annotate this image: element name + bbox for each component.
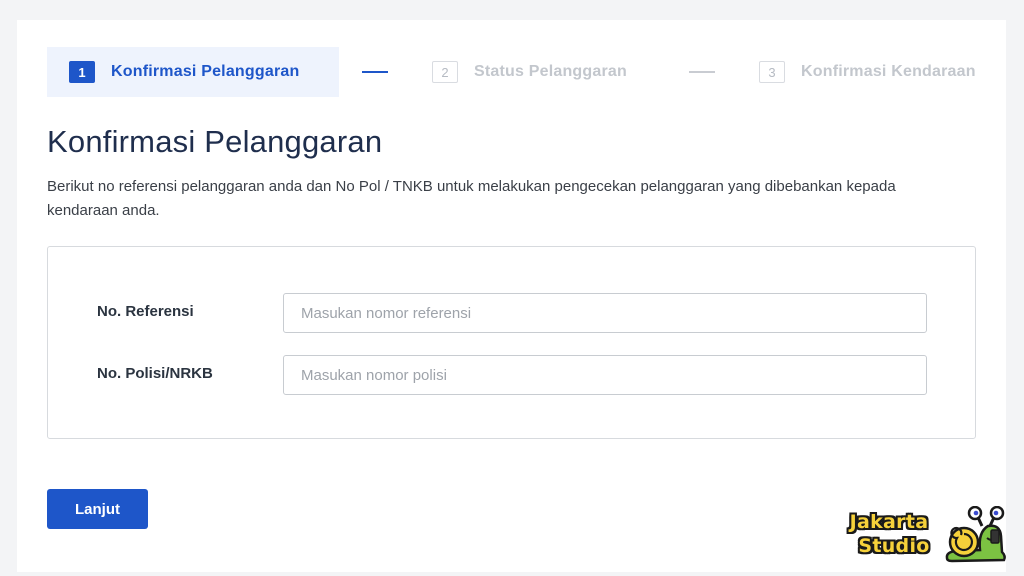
police-number-input[interactable]	[283, 355, 927, 395]
step-1-number: 1	[69, 61, 95, 83]
step-3-label: Konfirmasi Kendaraan	[801, 63, 976, 80]
step-connector-1	[362, 71, 388, 73]
form-panel: No. Referensi No. Polisi/NRKB	[47, 246, 976, 439]
step-3[interactable]: 3 Konfirmasi Kendaraan	[759, 47, 976, 97]
page-title: Konfirmasi Pelanggaran	[47, 124, 383, 159]
logo-text: Jakarta Studio	[836, 510, 942, 558]
step-2[interactable]: 2 Status Pelanggaran	[432, 47, 627, 97]
step-2-label: Status Pelanggaran	[474, 63, 627, 80]
logo-line-1: Jakarta	[849, 511, 929, 533]
police-number-label: No. Polisi/NRKB	[97, 365, 213, 382]
step-3-number: 3	[759, 61, 785, 83]
step-2-number: 2	[432, 61, 458, 83]
logo-line-2: Studio	[858, 535, 930, 557]
police-number-row: No. Polisi/NRKB	[48, 355, 975, 395]
main-card: 1 Konfirmasi Pelanggaran 2 Status Pelang…	[17, 20, 1006, 572]
step-1[interactable]: 1 Konfirmasi Pelanggaran	[47, 47, 339, 97]
reference-row: No. Referensi	[48, 293, 975, 333]
step-connector-2	[689, 71, 715, 73]
stepper: 1 Konfirmasi Pelanggaran 2 Status Pelang…	[47, 47, 977, 97]
page-description: Berikut no referensi pelanggaran anda da…	[47, 178, 896, 219]
snail-icon	[945, 506, 1006, 563]
jakarta-studio-logo: Jakarta Studio	[836, 506, 1012, 566]
reference-input[interactable]	[283, 293, 927, 333]
step-1-label: Konfirmasi Pelanggaran	[111, 63, 300, 80]
continue-button[interactable]: Lanjut	[47, 489, 148, 529]
reference-label: No. Referensi	[97, 303, 194, 320]
